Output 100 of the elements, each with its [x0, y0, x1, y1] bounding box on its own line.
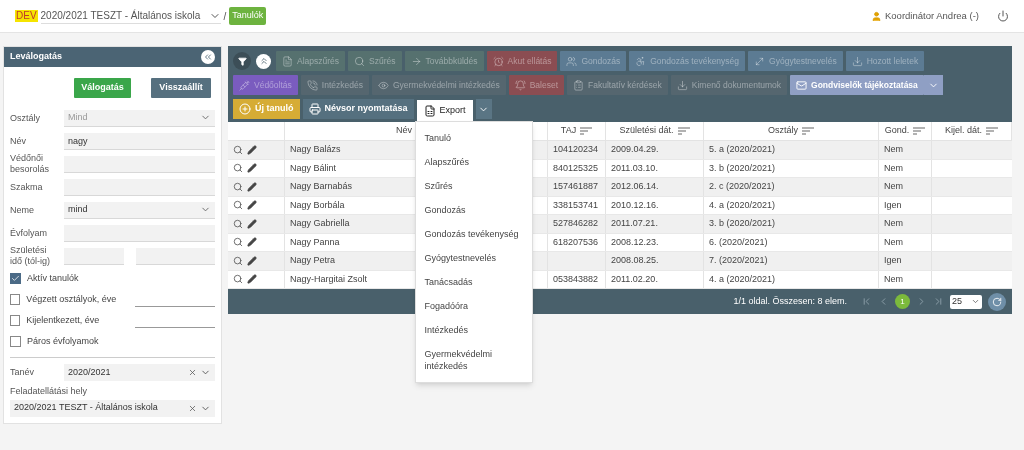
- table-cell-text: 5. a (2020/2021): [709, 143, 776, 156]
- table-cell: Nem: [884, 272, 903, 286]
- select-field[interactable]: mind: [64, 201, 215, 219]
- column-header[interactable]: Gond.: [884, 124, 910, 138]
- checkbox-label: Végzett osztályok, éve: [26, 292, 118, 306]
- table-cell: 4. a (2020/2021): [709, 198, 776, 212]
- school-select[interactable]: 2020/2021 TESZT - Általános iskola: [40, 8, 221, 24]
- checkbox[interactable]: [10, 294, 21, 305]
- field-label: Születési idő (tól-ig): [10, 245, 51, 267]
- collapse-up-icon[interactable]: [256, 53, 271, 69]
- table-cell: 840125325: [553, 161, 599, 175]
- search-icon[interactable]: [233, 181, 243, 192]
- eye-icon: [377, 79, 389, 91]
- chevron-down-icon: [971, 297, 980, 306]
- env-badge: DEV: [15, 10, 38, 22]
- checkbox-label: Páros évfolyamok: [27, 334, 100, 348]
- pencil-icon[interactable]: [247, 218, 257, 229]
- pencil-icon[interactable]: [247, 163, 257, 174]
- date-from-field[interactable]: [64, 247, 124, 265]
- table-cell: 4. a (2020/2021): [709, 272, 776, 286]
- column-header[interactable]: Osztály: [768, 124, 798, 138]
- pencil-icon[interactable]: [247, 144, 257, 155]
- printer-icon: [308, 103, 321, 115]
- pagination-summary: 1/1 oldal. Összesen: 8 elem.: [733, 294, 847, 308]
- search-icon[interactable]: [233, 163, 243, 174]
- table-cell: 2010.12.16.: [611, 198, 659, 212]
- checkbox-label: Aktív tanulók: [27, 271, 80, 285]
- search-icon[interactable]: [233, 274, 243, 285]
- sort-icon[interactable]: [677, 127, 690, 135]
- collapse-button[interactable]: [201, 50, 215, 64]
- menu-item[interactable]: Gyermekvédelmi intézkedés: [415, 342, 532, 378]
- search-icon[interactable]: [233, 200, 243, 211]
- table-cell-text: Nagy Balázs: [290, 143, 341, 156]
- pencil-icon[interactable]: [247, 237, 257, 248]
- text-field[interactable]: nagy: [64, 132, 215, 150]
- table-cell-text: Igen: [884, 254, 902, 267]
- menu-item[interactable]: Tanuló: [415, 126, 532, 150]
- sort-icon[interactable]: [913, 127, 926, 135]
- table-cell-text: Nem: [884, 143, 903, 156]
- date-to-field[interactable]: [136, 247, 215, 265]
- table-cell-text: 527846282: [553, 217, 599, 230]
- field-label: Osztály: [10, 112, 41, 124]
- table-cell: 2008.12.23.: [611, 235, 659, 249]
- reset-button[interactable]: Visszaállít: [151, 78, 211, 98]
- table-cell-text: 3. b (2020/2021): [709, 217, 776, 230]
- menu-item[interactable]: Gondozás: [415, 198, 532, 222]
- field-label: Szakma: [10, 181, 44, 193]
- menu-item[interactable]: Tanácsadás: [415, 270, 532, 294]
- sort-icon[interactable]: [580, 127, 593, 135]
- people-icon: [566, 55, 578, 67]
- checkbox[interactable]: [10, 273, 21, 284]
- search-icon[interactable]: [233, 255, 243, 266]
- search-icon[interactable]: [233, 218, 243, 229]
- table-cell-text: 2. c (2020/2021): [709, 180, 775, 193]
- pencil-icon[interactable]: [247, 255, 257, 266]
- select-field[interactable]: 2020/2021: [64, 364, 215, 381]
- pencil-icon[interactable]: [247, 274, 257, 285]
- action-button[interactable]: Névsor nyomtatása: [302, 99, 414, 119]
- arrow-right-icon: [410, 55, 422, 67]
- mail-icon: [796, 79, 808, 91]
- select-field[interactable]: 2020/2021 TESZT - Általános iskola: [10, 399, 215, 417]
- table-cell-text: 7. (2020/2021): [709, 254, 768, 267]
- pencil-icon[interactable]: [247, 200, 257, 211]
- filter-icon[interactable]: [233, 52, 251, 70]
- menu-item[interactable]: Gondozás tevékenység: [415, 222, 532, 246]
- checkbox[interactable]: [10, 336, 21, 347]
- first-page-icon[interactable]: [861, 296, 872, 307]
- last-page-icon[interactable]: [933, 296, 944, 307]
- search-icon[interactable]: [233, 237, 243, 248]
- pencil-icon[interactable]: [247, 181, 257, 192]
- menu-item[interactable]: Fogadóóra: [415, 294, 532, 318]
- sort-icon[interactable]: [802, 127, 814, 135]
- syringe-icon: [239, 79, 250, 91]
- table-cell-text: 104120234: [553, 143, 599, 156]
- column-header[interactable]: TAJ: [560, 124, 577, 138]
- menu-item[interactable]: Alapszűrés: [415, 150, 532, 174]
- sort-icon[interactable]: [986, 127, 998, 135]
- menu-item[interactable]: Gyógytestnevelés: [415, 246, 532, 270]
- refresh-button[interactable]: [988, 292, 1006, 311]
- document-icon: [282, 55, 293, 67]
- column-header[interactable]: Születési dát.: [619, 124, 674, 138]
- export-button[interactable]: Export: [416, 99, 473, 122]
- text-field[interactable]: [64, 178, 215, 196]
- text-field[interactable]: [64, 224, 215, 242]
- page-badge: Tanulók: [229, 7, 267, 25]
- clear-icon[interactable]: [188, 368, 197, 377]
- column-header[interactable]: Név: [396, 124, 412, 138]
- table-cell: Nem: [884, 235, 903, 249]
- export-dropdown-button[interactable]: [475, 99, 492, 119]
- search-icon[interactable]: [233, 144, 243, 155]
- phone-icon: [306, 79, 318, 91]
- clear-icon[interactable]: [188, 403, 197, 413]
- user-name[interactable]: Koordinátor Andrea (-): [885, 8, 979, 24]
- checkbox[interactable]: [10, 315, 21, 326]
- menu-item[interactable]: Szűrés: [415, 174, 532, 198]
- menu-item[interactable]: Intézkedés: [415, 318, 532, 342]
- text-field[interactable]: [64, 155, 215, 173]
- column-header[interactable]: Kijel. dát.: [945, 124, 982, 138]
- page-size-select[interactable]: 25: [950, 294, 982, 309]
- power-icon[interactable]: [997, 10, 1009, 22]
